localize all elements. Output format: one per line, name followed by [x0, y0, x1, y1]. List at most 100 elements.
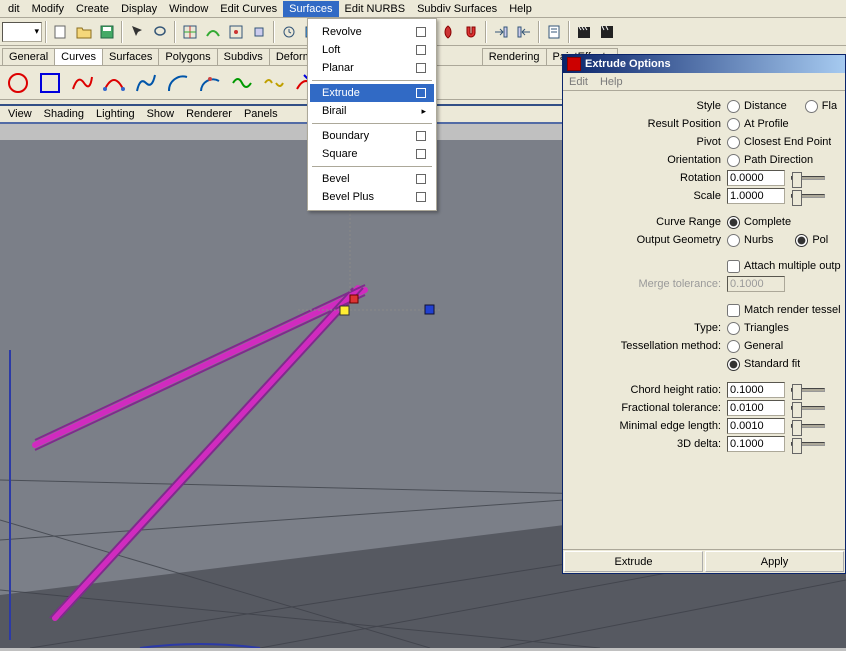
shelf-tab-surfaces[interactable]: Surfaces	[102, 48, 159, 65]
slider-minimal-edge[interactable]	[791, 424, 825, 428]
snap-point-icon[interactable]	[225, 21, 247, 43]
manipulator-origin[interactable]	[340, 306, 349, 315]
check-match-render[interactable]	[727, 304, 740, 317]
menu-item-birail[interactable]: Birail	[310, 102, 434, 120]
input-scale[interactable]	[727, 188, 785, 204]
input-3d-delta[interactable]	[727, 436, 785, 452]
cv-curve-icon[interactable]	[100, 69, 128, 97]
input-rotation[interactable]	[727, 170, 785, 186]
radio-complete[interactable]	[727, 216, 740, 229]
script-icon[interactable]	[543, 21, 565, 43]
lasso-tool-icon[interactable]	[149, 21, 171, 43]
option-box-icon[interactable]	[416, 192, 426, 202]
arc-icon[interactable]	[164, 69, 192, 97]
manipulator-x-handle[interactable]	[350, 295, 358, 303]
pencil-curve-icon[interactable]	[132, 69, 160, 97]
menu-surfaces[interactable]: Surfaces	[283, 1, 338, 17]
menu-item-boundary[interactable]: Boundary	[310, 127, 434, 145]
snap-grid-icon[interactable]	[179, 21, 201, 43]
slider-chord-height[interactable]	[791, 388, 825, 392]
ep-curve-icon[interactable]	[68, 69, 96, 97]
input-minimal-edge-length[interactable]	[727, 418, 785, 434]
options-titlebar[interactable]: Extrude Options	[563, 55, 845, 73]
menu-display[interactable]: Display	[115, 1, 163, 17]
extrude-button[interactable]: Extrude	[564, 551, 703, 572]
menu-edit-nurbs[interactable]: Edit NURBS	[339, 1, 412, 17]
radio-path-direction[interactable]	[727, 154, 740, 167]
menu-modify[interactable]: Modify	[26, 1, 70, 17]
option-box-icon[interactable]	[416, 45, 426, 55]
menu-item-bevel[interactable]: Bevel	[310, 170, 434, 188]
panel-menu-panels[interactable]: Panels	[238, 106, 284, 122]
radio-general[interactable]	[727, 340, 740, 353]
menu-item-loft[interactable]: Loft	[310, 41, 434, 59]
option-box-icon[interactable]	[416, 88, 426, 98]
menu-item-bevel-plus[interactable]: Bevel Plus	[310, 188, 434, 206]
menu-create[interactable]: Create	[70, 1, 115, 17]
panel-menu-show[interactable]: Show	[141, 106, 181, 122]
menu-subdiv-surfaces[interactable]: Subdiv Surfaces	[411, 1, 503, 17]
snap-curve-icon[interactable]	[202, 21, 224, 43]
shelf-tab-polygons[interactable]: Polygons	[158, 48, 217, 65]
check-attach-multiple[interactable]	[727, 260, 740, 273]
menu-item-square[interactable]: Square	[310, 145, 434, 163]
option-box-icon[interactable]	[416, 149, 426, 159]
menu-edit-curves[interactable]: Edit Curves	[214, 1, 283, 17]
magnet-icon[interactable]	[460, 21, 482, 43]
slider-3d-delta[interactable]	[791, 442, 825, 446]
square-curve-icon[interactable]	[36, 69, 64, 97]
shelf-tab-rendering[interactable]: Rendering	[482, 48, 547, 65]
slider-fractional-tolerance[interactable]	[791, 406, 825, 410]
menu-item-planar[interactable]: Planar	[310, 59, 434, 77]
menu-window[interactable]: Window	[163, 1, 214, 17]
circle-curve-icon[interactable]	[4, 69, 32, 97]
apply-button[interactable]: Apply	[705, 551, 844, 572]
manipulator-z-handle[interactable]	[425, 305, 434, 314]
shelf-tab-general[interactable]: General	[2, 48, 55, 65]
option-box-icon[interactable]	[416, 131, 426, 141]
out-icon[interactable]	[513, 21, 535, 43]
radio-closest-end-point[interactable]	[727, 136, 740, 149]
menu-help[interactable]: Help	[503, 1, 538, 17]
isolate-icon[interactable]	[437, 21, 459, 43]
shelf-tab-subdivs[interactable]: Subdivs	[217, 48, 270, 65]
attach-curve-icon[interactable]	[228, 69, 256, 97]
menu-item-extrude[interactable]: Extrude	[310, 84, 434, 102]
radio-triangles[interactable]	[727, 322, 740, 335]
menu-item-revolve[interactable]: Revolve	[310, 23, 434, 41]
radio-standard-fit[interactable]	[727, 358, 740, 371]
menu-edit[interactable]: dit	[2, 1, 26, 17]
input-chord-height-ratio[interactable]	[727, 382, 785, 398]
detach-curve-icon[interactable]	[260, 69, 288, 97]
panel-menu-shading[interactable]: Shading	[38, 106, 90, 122]
panel-menu-renderer[interactable]: Renderer	[180, 106, 238, 122]
radio-at-profile[interactable]	[727, 118, 740, 131]
panel-menu-view[interactable]: View	[2, 106, 38, 122]
clapper2-icon[interactable]	[596, 21, 618, 43]
clapper-icon[interactable]	[573, 21, 595, 43]
options-menu-edit[interactable]: Edit	[569, 76, 588, 88]
label-curve-range: Curve Range	[567, 216, 727, 228]
option-box-icon[interactable]	[416, 27, 426, 37]
snap-view-icon[interactable]	[248, 21, 270, 43]
radio-polygons[interactable]	[795, 234, 808, 247]
in-icon[interactable]	[490, 21, 512, 43]
slider-scale[interactable]	[791, 194, 825, 198]
option-box-icon[interactable]	[416, 174, 426, 184]
input-fractional-tolerance[interactable]	[727, 400, 785, 416]
open-scene-icon[interactable]	[73, 21, 95, 43]
select-tool-icon[interactable]	[126, 21, 148, 43]
radio-style-flat[interactable]	[805, 100, 818, 113]
shelf-tab-curves[interactable]: Curves	[54, 48, 103, 65]
options-menu-help[interactable]: Help	[600, 76, 623, 88]
radio-style-distance[interactable]	[727, 100, 740, 113]
history-icon[interactable]	[278, 21, 300, 43]
slider-rotation[interactable]	[791, 176, 825, 180]
panel-menu-lighting[interactable]: Lighting	[90, 106, 141, 122]
arc3-icon[interactable]	[196, 69, 224, 97]
mode-combo[interactable]	[2, 22, 42, 42]
save-scene-icon[interactable]	[96, 21, 118, 43]
new-scene-icon[interactable]	[50, 21, 72, 43]
radio-nurbs[interactable]	[727, 234, 740, 247]
option-box-icon[interactable]	[416, 63, 426, 73]
